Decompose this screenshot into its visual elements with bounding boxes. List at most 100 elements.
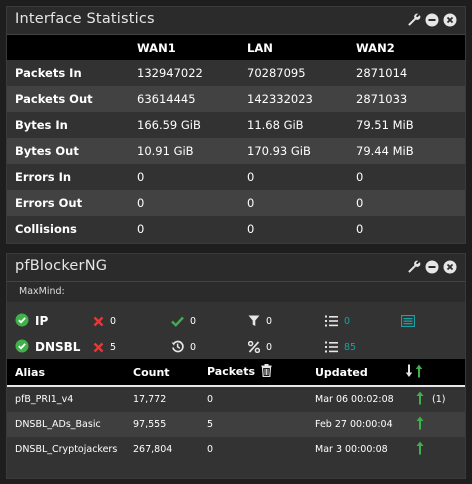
table-row[interactable]: pfB_PRI1_v4 17,772 0 Mar 06 00:02:08 (1) <box>7 386 465 412</box>
arrow-up-icon <box>415 416 425 433</box>
dnsbl-history[interactable]: 0 <box>171 334 196 360</box>
dnsbl-percent-count: 0 <box>266 341 273 353</box>
col-header-blank <box>7 35 137 60</box>
col-header-count[interactable]: Count <box>133 359 207 387</box>
packets-cell: 0 <box>207 444 214 455</box>
cell-value: 0 <box>247 170 255 184</box>
row-label: Packets In <box>15 66 82 80</box>
row-label: Errors Out <box>15 196 83 210</box>
ip-filter-count: 0 <box>266 315 273 327</box>
pfblockerng-widget: pfBlockerNG MaxMind: IP 0 0 0 0 DNSBL 5 … <box>6 253 466 479</box>
table-row: Errors In 0 0 0 <box>7 164 465 190</box>
check-circle-icon <box>15 312 29 331</box>
alias-table: Alias Count Packets Updated pfB_PRI1_v4 … <box>7 359 465 462</box>
sort-arrows-icon[interactable] <box>405 364 425 381</box>
count-cell: 97,555 <box>133 419 167 430</box>
cell-value: 70287095 <box>247 66 306 80</box>
col-header-updated[interactable]: Updated <box>315 359 405 387</box>
table-row: Bytes Out 10.91 GiB 170.93 GiB 79.44 MiB <box>7 138 465 164</box>
row-label: Bytes In <box>15 118 68 132</box>
cell-value: 0 <box>247 222 255 236</box>
col-header-packets[interactable]: Packets <box>207 359 315 387</box>
ip-permitted-count: 0 <box>190 315 197 327</box>
dnsbl-list-count: 85 <box>344 341 357 353</box>
ip-permitted[interactable]: 0 <box>171 308 196 334</box>
table-row: Packets In 132947022 70287095 2871014 <box>7 60 465 86</box>
status-cell <box>405 437 465 462</box>
check-circle-icon <box>15 338 29 357</box>
maxmind-label: MaxMind: <box>7 282 465 302</box>
dnsbl-list[interactable]: 85 <box>325 334 356 360</box>
cell-value: 0 <box>247 196 255 210</box>
x-mark-icon <box>93 338 104 357</box>
minimize-icon[interactable] <box>425 260 439 274</box>
list-ordered-icon <box>325 312 338 331</box>
cell-value: 0 <box>137 196 145 210</box>
table-row[interactable]: DNSBL_ADs_Basic 97,555 5 Feb 27 00:00:04 <box>7 412 465 437</box>
dnsbl-blocked[interactable]: 5 <box>93 334 116 360</box>
cell-value: 79.51 MiB <box>356 118 414 132</box>
row-label: Errors In <box>15 170 72 184</box>
cell-value: 2871014 <box>356 66 408 80</box>
history-icon <box>171 338 184 357</box>
interface-statistics-widget: Interface Statistics WAN1 LAN WAN2 Packe… <box>6 6 466 244</box>
close-icon[interactable] <box>443 13 457 27</box>
alias-cell[interactable]: DNSBL_Cryptojackers <box>7 437 133 462</box>
cell-value: 132947022 <box>137 66 203 80</box>
status-extra: (1) <box>432 394 446 405</box>
dnsbl-blocked-count: 5 <box>110 341 117 353</box>
percent-icon <box>247 338 261 357</box>
close-icon[interactable] <box>443 260 457 274</box>
col-header-alias[interactable]: Alias <box>7 359 133 387</box>
cell-value: 142332023 <box>247 92 313 106</box>
table-row: Packets Out 63614445 142332023 2871033 <box>7 86 465 112</box>
trash-icon[interactable] <box>261 364 272 380</box>
cell-value: 0 <box>356 196 364 210</box>
row-label: Packets Out <box>15 92 93 106</box>
interface-stats-table: WAN1 LAN WAN2 Packets In 132947022 70287… <box>7 35 465 242</box>
dnsbl-percent[interactable]: 0 <box>247 334 273 360</box>
cell-value: 79.44 MiB <box>356 144 414 158</box>
cell-value: 11.68 GiB <box>247 118 304 132</box>
status-cell: (1) <box>405 386 465 412</box>
widget-title: Interface Statistics <box>15 11 155 27</box>
table-row: Collisions 0 0 0 <box>7 216 465 242</box>
minimize-icon[interactable] <box>425 13 439 27</box>
alias-cell[interactable]: pfB_PRI1_v4 <box>7 386 133 412</box>
updated-cell: Feb 27 00:00:04 <box>315 419 393 430</box>
status-cell <box>405 412 465 437</box>
cell-value: 170.93 GiB <box>247 144 311 158</box>
cell-value: 0 <box>356 170 364 184</box>
count-cell: 17,772 <box>133 394 167 405</box>
ip-list[interactable]: 0 <box>325 308 350 334</box>
updated-cell: Mar 06 00:02:08 <box>315 394 394 405</box>
ip-summary-row: IP 0 0 0 0 <box>7 308 465 334</box>
col-header-sort[interactable] <box>405 359 465 387</box>
cell-value: 10.91 GiB <box>137 144 194 158</box>
table-row: Bytes In 166.59 GiB 11.68 GiB 79.51 MiB <box>7 112 465 138</box>
count-cell: 267,804 <box>133 444 173 455</box>
row-label: Bytes Out <box>15 144 79 158</box>
table-row[interactable]: DNSBL_Cryptojackers 267,804 0 Mar 3 00:0… <box>7 437 465 462</box>
wrench-icon[interactable] <box>407 260 421 274</box>
row-label: Collisions <box>15 222 77 236</box>
packets-cell[interactable]: 5 <box>207 412 315 437</box>
dnsbl-history-count: 0 <box>190 341 197 353</box>
dnsbl-summary-row: DNSBL 5 0 0 85 <box>7 334 465 360</box>
ip-table-link[interactable] <box>400 308 416 334</box>
wrench-icon[interactable] <box>407 13 421 27</box>
ip-list-count: 0 <box>344 315 351 327</box>
cell-value: 0 <box>356 222 364 236</box>
alias-cell[interactable]: DNSBL_ADs_Basic <box>7 412 133 437</box>
dnsbl-label: DNSBL <box>35 340 81 354</box>
x-mark-icon <box>93 312 104 331</box>
widget-title: pfBlockerNG <box>15 258 108 274</box>
list-ordered-icon <box>325 338 338 357</box>
col-header-lan: LAN <box>247 35 356 60</box>
ip-matched[interactable]: 0 <box>248 308 272 334</box>
packets-cell: 0 <box>207 394 214 405</box>
cell-value: 166.59 GiB <box>137 118 201 132</box>
arrow-up-icon <box>415 441 425 458</box>
ip-blocked-count: 0 <box>110 315 117 327</box>
ip-blocked[interactable]: 0 <box>93 308 116 334</box>
